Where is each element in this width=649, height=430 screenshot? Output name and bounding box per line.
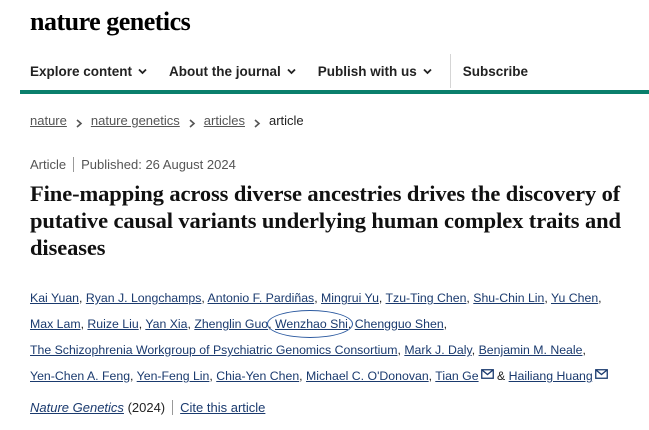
author-link[interactable]: Yen-Feng Lin (137, 369, 210, 383)
author-link[interactable]: Mingrui Yu (321, 291, 379, 305)
chevron-right-icon (188, 116, 196, 128)
chevron-right-icon (253, 116, 261, 128)
main-nav: Explore content About the journal Publis… (30, 54, 550, 88)
author-separator: , (268, 317, 275, 331)
author-separator: , (347, 317, 355, 331)
author-link[interactable]: Wenzhao Shi (275, 317, 348, 331)
chevron-down-icon (423, 67, 432, 76)
author-entry: Yan Xia (145, 317, 187, 331)
author-link[interactable]: Yan Xia (145, 317, 187, 331)
author-separator: , (378, 291, 386, 305)
author-link[interactable]: Yen-Chen A. Feng (30, 369, 130, 383)
citation-divider (172, 400, 174, 415)
author-link[interactable]: Max Lam (30, 317, 81, 331)
author-entry: Yen-Feng Lin (137, 369, 210, 383)
chevron-right-icon (75, 116, 83, 128)
author-entry: Shu-Chin Lin (473, 291, 544, 305)
author-link[interactable]: Michael C. O'Donovan (306, 369, 429, 383)
author-link[interactable]: Shu-Chin Lin (473, 291, 544, 305)
author-link[interactable]: Chia-Yen Chen (216, 369, 299, 383)
author-link[interactable]: Mark J. Daly (404, 343, 471, 357)
breadcrumb-nature-genetics[interactable]: nature genetics (91, 113, 180, 128)
author-link[interactable]: Chengguo Shen (355, 317, 444, 331)
author-entry: Chengguo Shen (355, 317, 444, 331)
author-separator: , (314, 291, 322, 305)
cite-this-article-link[interactable]: Cite this article (180, 400, 265, 415)
author-separator: & (493, 369, 509, 383)
author-entry: Yen-Chen A. Feng (30, 369, 130, 383)
author-separator: , (299, 369, 307, 383)
citation-line: Nature Genetics (2024) Cite this article (30, 400, 265, 415)
author-entry: The Schizophrenia Workgroup of Psychiatr… (30, 343, 397, 357)
author-entry: Ruize Liu (87, 317, 138, 331)
author-entry: Benjamin M. Neale (479, 343, 583, 357)
author-link[interactable]: Ryan J. Longchamps (86, 291, 202, 305)
header-accent-rule (20, 90, 649, 94)
nav-item-label: About the journal (169, 63, 281, 79)
author-entry: Wenzhao Shi (267, 310, 353, 338)
author-link[interactable]: Benjamin M. Neale (479, 343, 583, 357)
subscribe-link[interactable]: Subscribe (463, 64, 528, 79)
publication-year: (2024) (127, 400, 166, 415)
author-link[interactable]: Tzu-Ting Chen (386, 291, 467, 305)
subscribe-label: Subscribe (462, 63, 529, 79)
author-separator: , (130, 369, 137, 383)
author-entry: Mark J. Daly (404, 343, 471, 357)
author-entry: Antonio F. Pardiñas (208, 291, 315, 305)
chevron-down-icon (138, 67, 147, 76)
author-separator: , (598, 291, 602, 305)
journal-link[interactable]: Nature Genetics (30, 400, 124, 415)
nav-divider (449, 54, 451, 88)
article-type: Article (30, 157, 67, 172)
author-link[interactable]: The Schizophrenia Workgroup of Psychiatr… (30, 343, 397, 357)
author-entry: Mingrui Yu (321, 291, 379, 305)
author-entry: Yu Chen (551, 291, 598, 305)
author-entry: Zhenglin Guo (194, 317, 268, 331)
published-date: Published: 26 August 2024 (81, 157, 236, 172)
mail-icon[interactable] (480, 369, 494, 379)
nav-item-label: Explore content (30, 63, 133, 79)
author-entry: Tzu-Ting Chen (386, 291, 467, 305)
author-separator: , (582, 343, 586, 357)
author-list: Kai Yuan, Ryan J. Longchamps, Antonio F.… (30, 285, 642, 389)
author-entry: Kai Yuan (30, 291, 79, 305)
nav-publish-with-us[interactable]: Publish with us (318, 64, 432, 79)
breadcrumb: nature nature genetics articles article (30, 113, 304, 128)
journal-logo[interactable]: nature genetics (30, 7, 191, 37)
author-link[interactable]: Kai Yuan (30, 291, 79, 305)
author-separator: , (443, 317, 448, 331)
author-entry: Tian Ge (435, 369, 494, 383)
article-title: Fine-mapping across diverse ancestries d… (30, 181, 621, 260)
meta-divider (73, 157, 75, 172)
author-link[interactable]: Hailiang Huang (509, 369, 593, 383)
author-entry: Ryan J. Longchamps (86, 291, 202, 305)
author-separator: , (471, 343, 479, 357)
breadcrumb-nature[interactable]: nature (30, 113, 67, 128)
mail-icon[interactable] (594, 369, 608, 379)
author-entry: Michael C. O'Donovan (306, 369, 429, 383)
breadcrumb-current: article (268, 113, 304, 128)
author-link[interactable]: Zhenglin Guo (194, 317, 268, 331)
article-meta: Article Published: 26 August 2024 (30, 157, 236, 172)
chevron-down-icon (287, 67, 296, 76)
nav-item-label: Publish with us (317, 63, 417, 79)
author-link[interactable]: Ruize Liu (87, 317, 138, 331)
nav-about-journal[interactable]: About the journal (169, 64, 296, 79)
author-link[interactable]: Yu Chen (551, 291, 598, 305)
author-separator: , (544, 291, 551, 305)
author-entry: Hailiang Huang (509, 369, 608, 383)
author-separator: , (79, 291, 86, 305)
author-entry: Max Lam (30, 317, 81, 331)
author-entry: Chia-Yen Chen (216, 369, 299, 383)
author-link[interactable]: Antonio F. Pardiñas (208, 291, 315, 305)
nav-explore-content[interactable]: Explore content (30, 64, 147, 79)
author-link[interactable]: Tian Ge (435, 369, 478, 383)
breadcrumb-articles[interactable]: articles (204, 113, 245, 128)
